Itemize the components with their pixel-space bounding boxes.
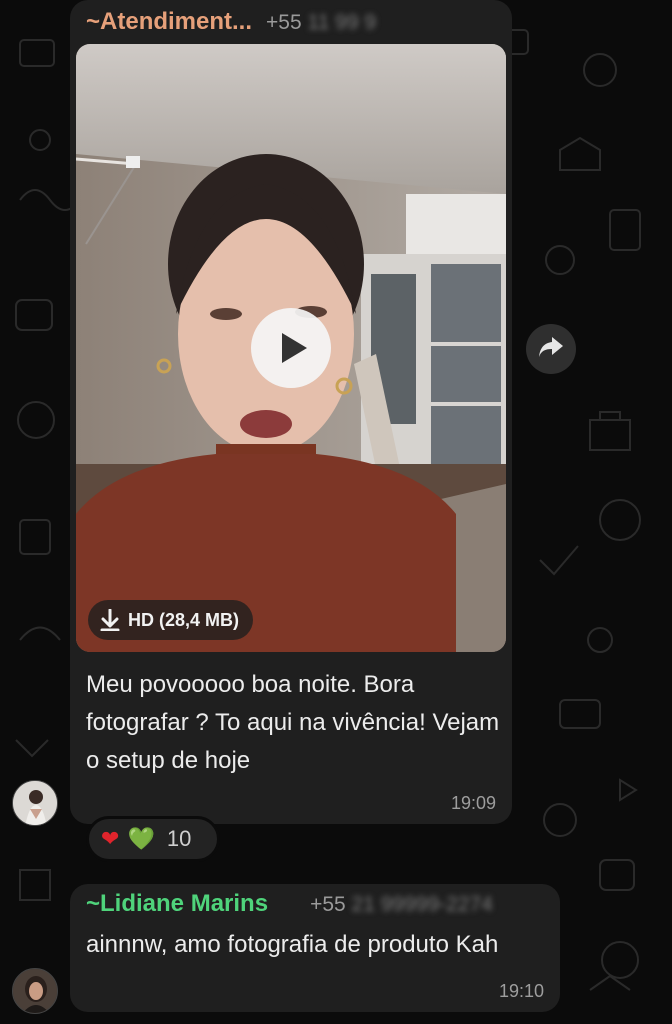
forward-arrow-icon: [538, 336, 564, 363]
reactions-pill[interactable]: ❤ 💚 10: [86, 816, 220, 862]
download-hd-button[interactable]: HD (28,4 MB): [88, 600, 254, 640]
reaction-count: 10: [166, 826, 192, 851]
message-bubble-video[interactable]: ~Atendiment... +55 11 99 9 HD (28,4 MB) …: [70, 0, 512, 824]
message-bubble-text[interactable]: ~Lidiane Marins +55 21 99999-2274 ainnnw…: [70, 884, 560, 1012]
sender-name[interactable]: ~Atendiment...: [86, 8, 252, 36]
heart-reaction-icon: ❤: [101, 826, 120, 851]
message-text: Meu povooooo boa noite. Bora fotografar …: [86, 671, 500, 774]
sender-name[interactable]: ~Lidiane Marins: [86, 890, 268, 918]
message-text: ainnnw, amo fotografia de produto Kah: [86, 931, 499, 958]
download-arrow-icon: [100, 609, 120, 631]
video-thumbnail[interactable]: HD (28,4 MB): [76, 44, 506, 652]
obscured-phone-digits: 11 99 9: [307, 11, 377, 34]
play-button[interactable]: [251, 308, 331, 388]
sender-row: ~Lidiane Marins +55 21 99999-2274: [86, 890, 544, 930]
sender-phone: +55 21 99999-2274: [310, 893, 493, 916]
sender-phone: +55 11 99 9: [266, 11, 377, 34]
avatar[interactable]: [12, 780, 58, 826]
forward-button[interactable]: [526, 324, 576, 374]
download-label: HD (28,4 MB): [128, 609, 240, 630]
avatar[interactable]: [12, 968, 58, 1014]
green-heart-reaction-icon: 💚: [127, 826, 155, 851]
play-icon: [281, 333, 307, 363]
obscured-phone-digits: 21 99999-2274: [351, 893, 493, 916]
sender-row: ~Atendiment... +55 11 99 9: [86, 8, 496, 48]
message-timestamp: 19:10: [498, 981, 544, 1001]
message-timestamp: 19:09: [450, 793, 496, 813]
